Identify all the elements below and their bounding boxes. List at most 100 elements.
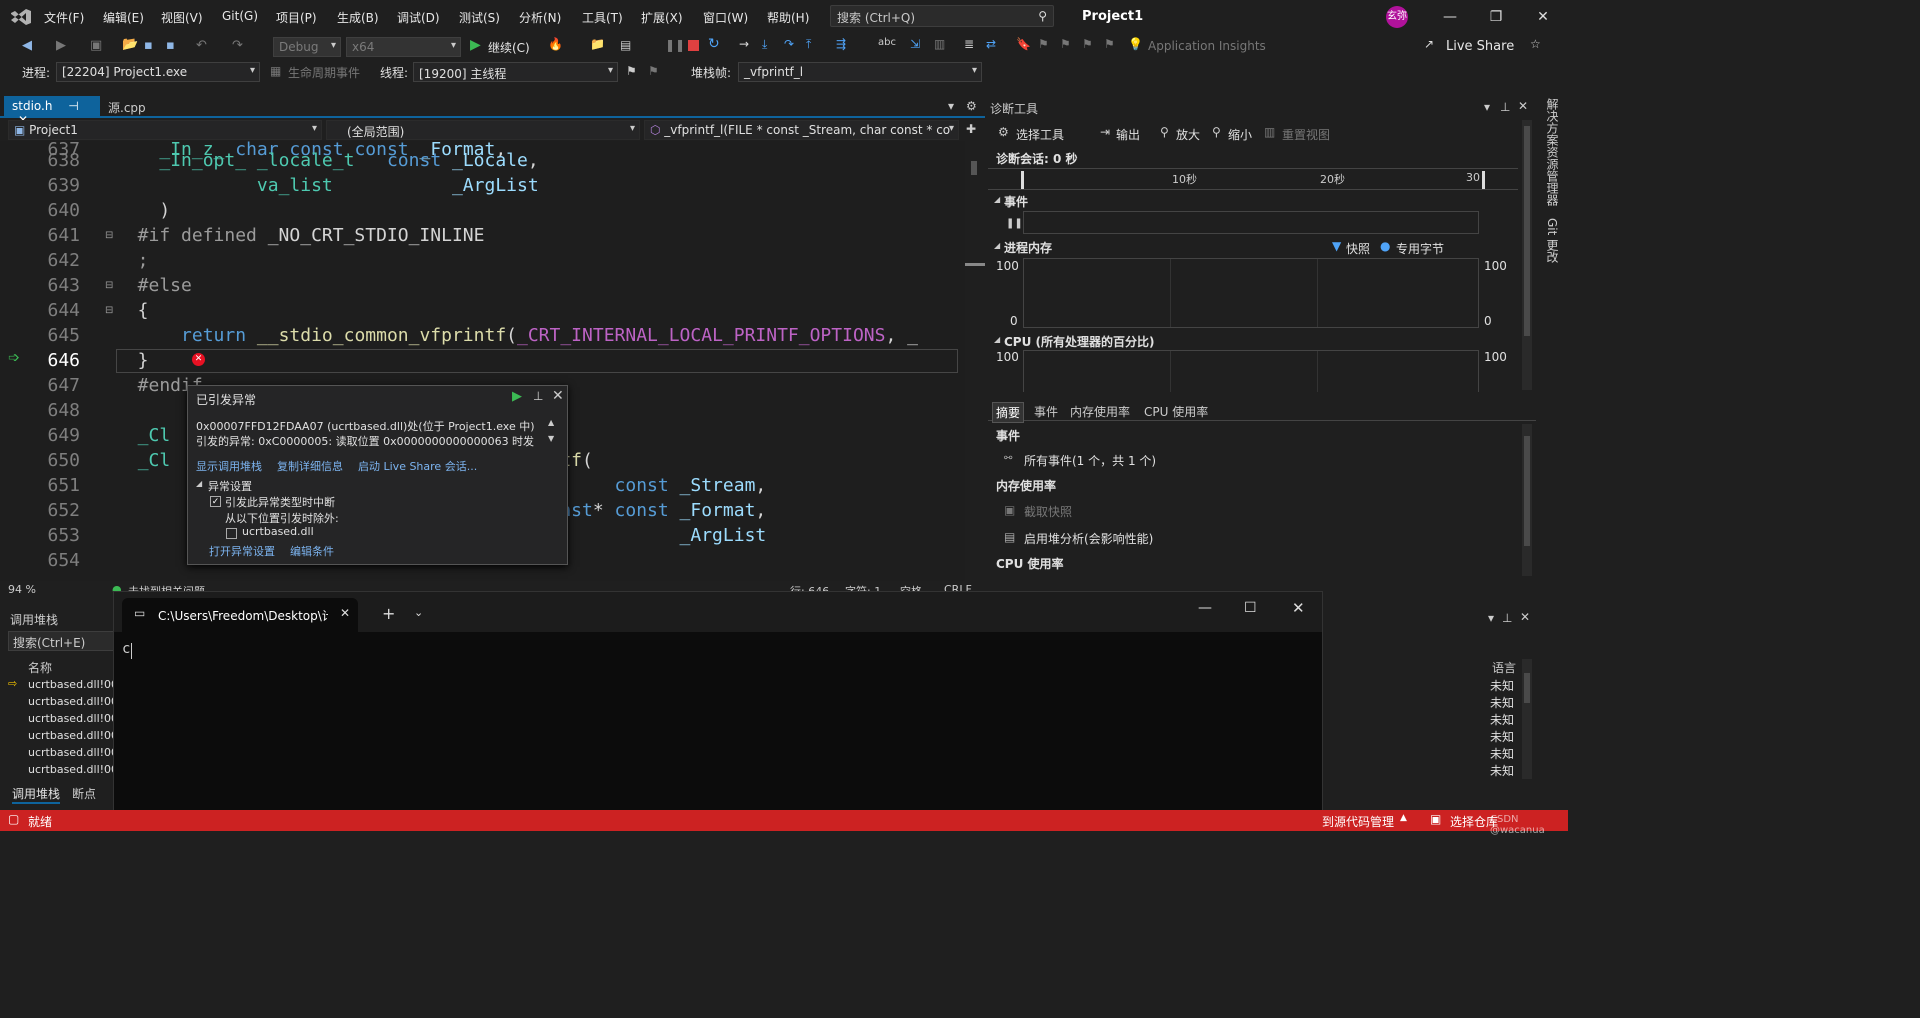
reset-view-icon[interactable]: ▥	[1264, 125, 1275, 139]
select-tools-icon[interactable]: ⚙	[998, 125, 1009, 139]
output-button[interactable]: 输出	[1116, 126, 1140, 143]
show-call-stack-link[interactable]: 显示调用堆栈	[196, 458, 262, 474]
menu-tools[interactable]: 工具(T)	[582, 9, 623, 26]
call-stack-row[interactable]: ucrtbased.dll!00	[28, 729, 118, 742]
live-share-button[interactable]: Live Share	[1446, 39, 1514, 54]
start-live-share-link[interactable]: 启动 Live Share 会话...	[358, 458, 477, 474]
process-select[interactable]: [22204] Project1.exe	[56, 62, 260, 82]
timeline-ruler[interactable]: 10秒 20秒 30	[988, 168, 1518, 190]
terminal-tab[interactable]: ▭ C:\Users\Freedom\Desktop\计 ✕	[122, 598, 358, 632]
lifecycle-icon[interactable]: ▦	[270, 64, 281, 78]
terminal-window[interactable]: ▭ C:\Users\Freedom\Desktop\计 ✕ + ⌄ — ☐ ✕…	[113, 591, 1323, 831]
step-into-icon[interactable]: ⤓	[762, 37, 767, 52]
breakpoints-icon[interactable]: ⇶	[836, 37, 846, 51]
minimize-icon[interactable]: —	[1198, 600, 1212, 616]
take-snapshot-button[interactable]: 截取快照	[1024, 503, 1072, 520]
call-stack-row[interactable]: ucrtbased.dll!00	[28, 695, 118, 708]
format-icon[interactable]: ▥	[934, 37, 945, 51]
open-exception-settings-link[interactable]: 打开异常设置	[209, 543, 275, 559]
forward-icon[interactable]: ▶	[56, 38, 66, 53]
reset-view-button[interactable]: 重置视图	[1282, 126, 1330, 143]
app-insights-icon[interactable]: 💡	[1128, 37, 1143, 51]
new-item-icon[interactable]: ▣	[90, 38, 102, 53]
undo-icon[interactable]: ↶	[196, 38, 207, 53]
close-icon[interactable]: ✕	[1520, 610, 1530, 624]
menu-view[interactable]: 视图(V)	[161, 9, 203, 26]
hot-reload-icon[interactable]: 🔥	[548, 37, 563, 51]
split-editor-icon[interactable]: ✚	[966, 122, 976, 136]
search-input[interactable]: 搜索 (Ctrl+Q) ⚲	[830, 5, 1054, 27]
tab-summary[interactable]: 摘要	[992, 402, 1025, 423]
scope-nav-select[interactable]: (全局范围)	[326, 120, 640, 140]
menu-window[interactable]: 窗口(W)	[703, 9, 748, 26]
collapse-641-icon[interactable]: ⊟	[105, 230, 113, 241]
settings-icon[interactable]: ⚙	[966, 99, 977, 113]
select-tools-button[interactable]: 选择工具	[1016, 126, 1064, 143]
new-tab-icon[interactable]: +	[382, 604, 395, 623]
bookmark-prev-icon[interactable]: ⚑	[1038, 37, 1049, 51]
lifecycle-events-button[interactable]: 生命周期事件	[288, 64, 360, 81]
pin-icon[interactable]: ⊥	[1500, 100, 1510, 114]
scroll-down-icon[interactable]: ▼	[548, 434, 554, 443]
call-stack-list[interactable]: ⇨ ucrtbased.dll!00 ucrtbased.dll!00 ucrt…	[8, 677, 118, 779]
close-icon[interactable]: ✕	[1528, 6, 1558, 28]
edit-conditions-link[interactable]: 编辑条件	[290, 543, 334, 559]
live-share-icon[interactable]: ↗	[1424, 37, 1434, 51]
stack-frame-select[interactable]: _vfprintf_l	[738, 62, 982, 82]
panel-menu-icon[interactable]: ▾	[1488, 611, 1494, 625]
add-to-source-control[interactable]: 到源代码管理	[1322, 813, 1394, 830]
diag-upper-scrollbar[interactable]	[1522, 120, 1532, 390]
save-icon[interactable]: ▪	[144, 38, 153, 53]
zoom-out-button[interactable]: 缩小	[1228, 126, 1252, 143]
step-over-icon[interactable]: ↷	[784, 37, 794, 51]
call-stack-search[interactable]: 搜索(Ctrl+E)	[8, 631, 114, 651]
bookmark-clear-icon[interactable]: ⚑	[1104, 37, 1115, 51]
column-language-header[interactable]: 语言	[1492, 659, 1516, 676]
tab-list-icon[interactable]: ▾	[948, 99, 954, 113]
tab-call-stack[interactable]: 调用堆栈	[12, 785, 61, 804]
all-events-link[interactable]: 所有事件(1 个，共 1 个)	[1024, 452, 1156, 469]
thread-select[interactable]: [19200] 主线程	[413, 62, 618, 82]
redo-icon[interactable]: ↷	[232, 38, 243, 53]
break-on-exception-checkbox[interactable]: ✓	[210, 496, 221, 507]
restart-icon[interactable]: ↻	[708, 36, 720, 52]
collapse-icon[interactable]: ◢	[994, 241, 1000, 250]
call-stack-row[interactable]: ucrtbased.dll!00	[28, 678, 118, 691]
open-folder-icon[interactable]: 📂	[122, 37, 138, 52]
close-tab-icon[interactable]: ✕	[340, 606, 350, 620]
uncomment-icon[interactable]: ⇄	[986, 37, 996, 51]
tab-breakpoints[interactable]: 断点	[72, 785, 96, 802]
pin-icon[interactable]: ⊥	[533, 389, 543, 403]
menu-file[interactable]: 文件(F)	[44, 9, 84, 26]
pause-icon[interactable]: ❚❚	[665, 38, 685, 52]
step-out-icon[interactable]: ⤒	[806, 37, 811, 52]
enable-heap-analysis-button[interactable]: 启用堆分析(会影响性能)	[1024, 530, 1153, 547]
function-nav-select[interactable]: ⬡ _vfprintf_l(FILE * const _Stream, char…	[644, 120, 959, 140]
panel-menu-icon[interactable]: ▾	[1484, 100, 1490, 114]
call-stack-row[interactable]: ucrtbased.dll!00	[28, 712, 118, 725]
visual-studio-logo-icon[interactable]	[10, 8, 32, 26]
expand-settings-icon[interactable]: ◢	[196, 479, 202, 488]
tab-memory-usage[interactable]: 内存使用率	[1070, 403, 1130, 420]
project-nav-select[interactable]: ▣ Project1	[8, 120, 322, 140]
collapse-643-icon[interactable]: ⊟	[105, 280, 113, 291]
zoom-level[interactable]: 94 %	[8, 583, 36, 596]
flag-all-icon[interactable]: ⚑	[648, 64, 659, 78]
menu-build[interactable]: 生成(B)	[337, 9, 379, 26]
cpu-graph[interactable]	[1023, 350, 1479, 392]
menu-debug[interactable]: 调试(D)	[397, 9, 440, 26]
restore-icon[interactable]: ❐	[1481, 6, 1511, 28]
tab-events[interactable]: 事件	[1034, 403, 1058, 420]
pin-icon[interactable]: ⊥	[1502, 611, 1512, 625]
call-stack-scrollbar[interactable]	[1522, 659, 1532, 779]
editor-vertical-scrollbar[interactable]	[965, 141, 985, 581]
chevron-up-icon[interactable]: ▲	[1400, 813, 1407, 823]
tab-stdio-h[interactable]: stdio.h ⊣ ✕	[4, 96, 100, 127]
configuration-select[interactable]: Debug	[273, 37, 341, 57]
call-stack-row[interactable]: ucrtbased.dll!00	[28, 746, 118, 759]
scroll-up-icon[interactable]: ▲	[548, 418, 554, 427]
bookmark-next-icon[interactable]: ⚑	[1060, 37, 1071, 51]
diag-lower-scrollbar[interactable]	[1522, 424, 1532, 576]
minimize-icon[interactable]: —	[1435, 6, 1465, 28]
pause-icon[interactable]: ❚❚	[1006, 218, 1023, 229]
